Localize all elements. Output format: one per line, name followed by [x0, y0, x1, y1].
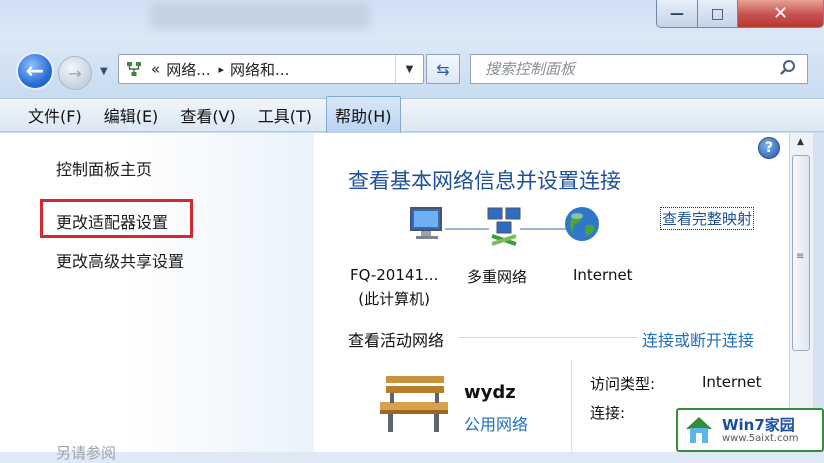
watermark-title: Win7家园: [722, 415, 795, 434]
address-dropdown-icon[interactable]: ▼: [395, 55, 423, 83]
view-full-map-link[interactable]: 查看完整映射: [660, 207, 755, 230]
watermark-logo: Win7家园 www.5aixt.com: [676, 408, 824, 452]
sidebar-item-advanced-sharing-settings[interactable]: 更改高级共享设置: [56, 248, 184, 272]
sidebar-item-control-panel-home[interactable]: 控制面板主页: [56, 156, 152, 180]
menu-view[interactable]: 查看(V): [172, 97, 243, 133]
refresh-icon: ⇆: [436, 59, 450, 79]
house-logo-icon: [682, 413, 716, 447]
menu-tools[interactable]: 工具(T): [250, 97, 320, 133]
search-input[interactable]: [485, 60, 765, 78]
map-node-label: FQ-20141... (此计算机): [350, 266, 439, 308]
search-box[interactable]: [470, 54, 808, 84]
scroll-up-icon[interactable]: ▲: [797, 137, 804, 147]
address-bar[interactable]: « 网络... ▸ 网络和... ▼: [118, 54, 424, 84]
internet-globe-icon: [562, 204, 602, 248]
network-type-link[interactable]: 公用网络: [464, 411, 528, 435]
menu-bar: 文件(F) 编辑(E) 查看(V) 工具(T) 帮助(H): [0, 96, 824, 134]
close-button[interactable]: ✕: [738, 0, 824, 28]
map-connector-line: [520, 228, 566, 230]
network-location-icon: [123, 58, 145, 80]
back-button[interactable]: ←: [16, 52, 54, 90]
network-name: wydz: [464, 382, 516, 403]
map-node-label: Internet: [573, 266, 633, 284]
connection-label: 连接:: [590, 404, 626, 422]
page-title: 查看基本网络信息并设置连接: [348, 169, 621, 193]
public-network-bench-icon: [376, 372, 452, 440]
recent-pages-dropdown-icon[interactable]: ▼: [100, 66, 108, 77]
forward-arrow-icon: →: [68, 63, 82, 83]
maximize-button[interactable]: □: [698, 0, 738, 28]
forward-button[interactable]: →: [58, 56, 92, 90]
computer-icon: [408, 205, 446, 249]
highlight-box: [40, 199, 193, 238]
section-divider: [458, 337, 638, 338]
multiple-networks-icon: [486, 206, 522, 252]
search-icon[interactable]: [779, 59, 797, 81]
breadcrumb-network-sharing[interactable]: 网络和...: [230, 59, 289, 80]
divider: [571, 360, 572, 452]
back-arrow-icon: ←: [25, 58, 45, 84]
watermark-url: www.5aixt.com: [722, 432, 799, 444]
vertical-scrollbar[interactable]: ▲ ≡ ▼: [789, 133, 813, 452]
access-type-value: Internet: [702, 373, 762, 391]
breadcrumb-separator-icon[interactable]: ▸: [219, 63, 225, 76]
menu-edit[interactable]: 编辑(E): [96, 97, 167, 133]
help-icon[interactable]: ?: [758, 137, 780, 159]
sidebar-see-also: 另请参阅: [56, 444, 117, 462]
scroll-grip-icon: ≡: [796, 251, 805, 262]
address-overflow-chevron[interactable]: «: [151, 60, 160, 78]
breadcrumb-network[interactable]: 网络...: [166, 59, 210, 80]
window-right-border: [813, 133, 824, 452]
menu-help[interactable]: 帮助(H): [326, 96, 401, 134]
title-bar-blur: [150, 4, 370, 30]
access-type-label: 访问类型:: [590, 375, 656, 393]
refresh-button[interactable]: ⇆: [426, 54, 460, 84]
sidebar: [0, 133, 314, 452]
connect-disconnect-link[interactable]: 连接或断开连接: [642, 327, 754, 351]
map-node-label: 多重网络: [467, 268, 528, 286]
minimize-button[interactable]: —: [656, 0, 698, 28]
caption-buttons: — □ ✕: [656, 0, 824, 30]
map-connector-line: [445, 228, 489, 230]
menu-file[interactable]: 文件(F): [20, 97, 90, 133]
active-networks-heading: 查看活动网络: [348, 331, 445, 350]
